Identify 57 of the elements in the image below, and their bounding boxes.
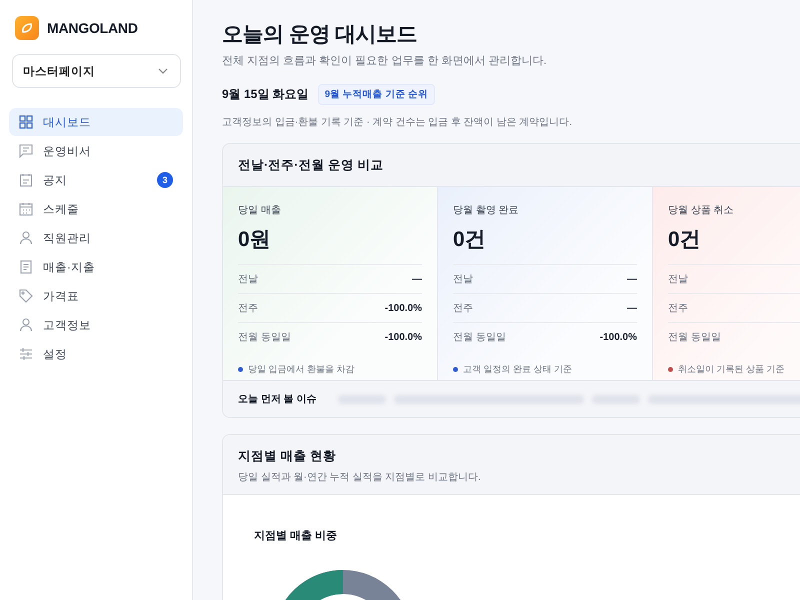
comparison-label: 전날 [238,273,258,286]
issues-label: 오늘 먼저 볼 이슈 [238,393,316,406]
comparison-label: 전주 [453,302,473,315]
nav-item[interactable]: 직원관리 [9,224,183,252]
nav-item[interactable]: 설정 [9,340,183,368]
chevron-down-icon [158,68,168,74]
comparison-label: 전월 동일일 [453,331,506,344]
brand-name: MANGOLAND [47,20,138,36]
panel-subtitle: 당일 실적과 월·연간 누적 실적을 지점별로 비교합니다. [238,471,482,484]
nav-item[interactable]: 공지 3 [9,166,183,194]
comparison-label: 전월 동일일 [238,331,291,344]
metric-footnote: 고객 일정의 완료 상태 기준 [463,363,572,376]
tag-icon [19,289,33,303]
person-icon [19,231,33,245]
metric-value: 0원 [238,227,272,253]
comparison-value: -100.0% [384,302,422,314]
nav-item[interactable]: 매출·지출 [9,253,183,281]
chart-title: 지점별 매출 비중 [254,529,338,543]
comparison-label: 전월 동일일 [668,331,721,344]
comparison-value: — [627,274,637,284]
comparison-value: — [627,302,637,314]
data-note: 고객정보의 입금·환불 기록 기준 · 계약 건수는 입금 후 잔액이 남은 계약입니다. [222,116,573,129]
comparison-value: — [412,274,422,284]
nav-item[interactable]: 운영비서 [9,137,183,165]
person-icon [19,318,33,332]
count-badge: 3 [157,172,173,188]
comparison-label: 전주 [238,302,258,315]
calendar-icon [19,202,33,216]
metric-value: 0건 [453,227,487,253]
metric-label: 당월 상품 취소 [668,204,735,217]
comparison-value: -100.0% [600,332,637,342]
site-dropdown[interactable]: 마스터페이지 [12,54,181,88]
metric-footnote: 당일 입금에서 환불을 차감 [248,363,355,376]
date-label: 9월 15일 화요일 [222,86,309,103]
metric-value: 0건 [668,227,702,253]
note-icon [19,173,33,187]
document-icon [19,260,33,274]
page-subtitle: 전체 지점의 흐름과 확인이 필요한 업무를 한 화면에서 관리합니다. [222,54,548,68]
chat-icon [19,144,33,158]
comparison-label: 전날 [668,273,688,286]
logo-icon [15,16,39,40]
grid-icon [19,115,33,129]
metric-footnote: 취소일이 기록된 상품 기준 [678,363,785,376]
metric-label: 당월 촬영 완료 [453,204,520,217]
comparison-label: 전주 [668,302,688,315]
panel-title: 전날·전주·전월 운영 비교 [238,156,384,174]
metric-label: 당일 매출 [238,204,282,217]
comparison-value: -100.0% [384,332,422,342]
ranking-tag: 9월 누적매출 기준 순위 [318,84,435,105]
page-title: 오늘의 운영 대시보드 [222,22,418,48]
nav-item[interactable]: 스케줄 [9,195,183,223]
nav-item[interactable]: 고객정보 [9,311,183,339]
nav-item[interactable]: 가격표 [9,282,183,310]
panel-title: 지점별 매출 현황 [238,448,337,465]
comparison-label: 전날 [453,273,473,286]
nav-item[interactable]: 대시보드 [9,108,183,136]
sliders-icon [19,347,33,361]
